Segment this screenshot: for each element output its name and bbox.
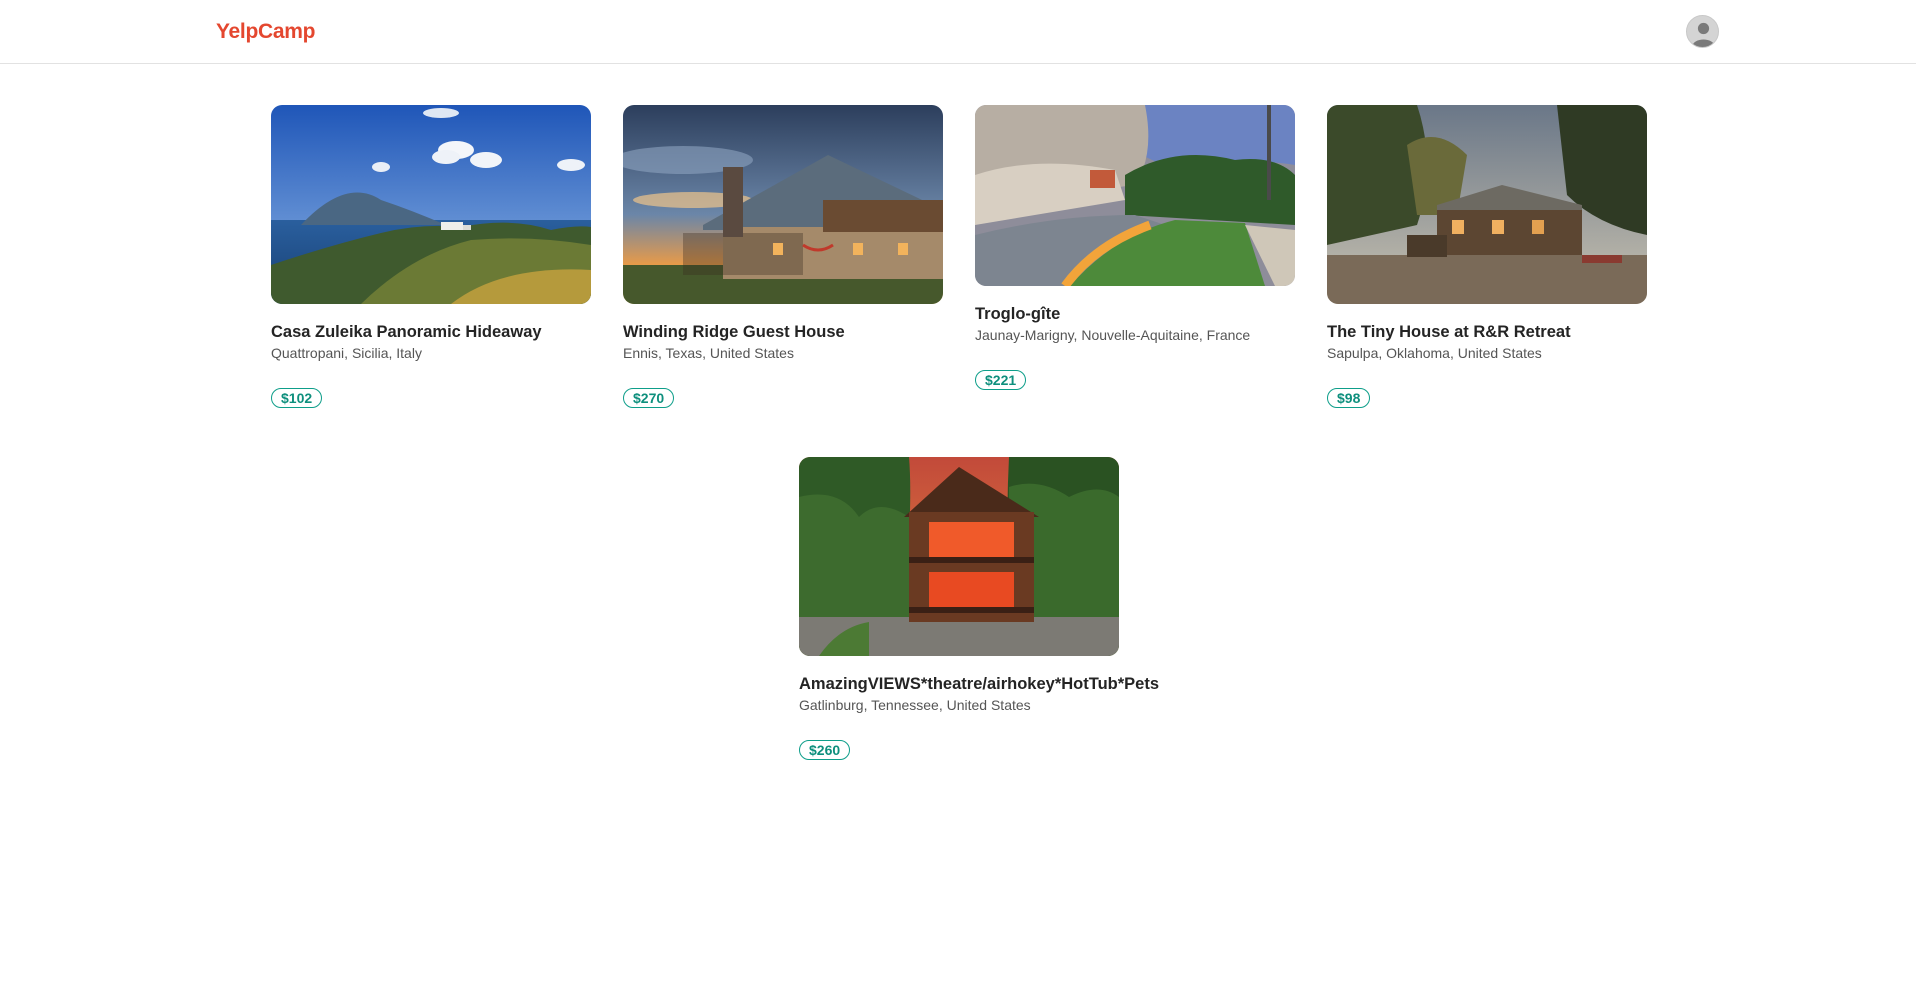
listing-photo[interactable] bbox=[975, 105, 1295, 286]
price-badge: $270 bbox=[623, 388, 675, 408]
listing-card[interactable]: Winding Ridge Guest House Ennis, Texas, … bbox=[623, 105, 943, 408]
listing-photo[interactable] bbox=[799, 457, 1119, 656]
listing-photo[interactable] bbox=[623, 105, 943, 304]
listing-location: Jaunay-Marigny, Nouvelle-Aquitaine, Fran… bbox=[975, 327, 1251, 343]
listing-title[interactable]: Troglo-gîte bbox=[975, 304, 1295, 324]
listing-title[interactable]: AmazingVIEWS*theatre/airhokey*HotTub*Pet… bbox=[799, 674, 1159, 694]
top-navbar: YelpCamp bbox=[0, 0, 1916, 64]
price-badge: $260 bbox=[799, 740, 851, 760]
listing-title[interactable]: The Tiny House at R&R Retreat bbox=[1327, 322, 1647, 342]
listing-card[interactable]: Troglo-gîte Jaunay-Marigny, Nouvelle-Aqu… bbox=[975, 105, 1295, 390]
brand-logo[interactable]: YelpCamp bbox=[216, 20, 315, 44]
listing-location: Ennis, Texas, United States bbox=[623, 345, 794, 361]
listing-title[interactable]: Winding Ridge Guest House bbox=[623, 322, 943, 342]
user-avatar-icon[interactable] bbox=[1686, 15, 1719, 48]
price-badge: $221 bbox=[975, 370, 1027, 390]
listing-location: Gatlinburg, Tennessee, United States bbox=[799, 697, 1031, 713]
listing-photo[interactable] bbox=[1327, 105, 1647, 304]
listing-photo[interactable] bbox=[271, 105, 591, 304]
listing-location: Sapulpa, Oklahoma, United States bbox=[1327, 345, 1542, 361]
listing-card[interactable]: Casa Zuleika Panoramic Hideaway Quattrop… bbox=[271, 105, 591, 408]
listing-location: Quattropani, Sicilia, Italy bbox=[271, 345, 422, 361]
listing-card[interactable]: AmazingVIEWS*theatre/airhokey*HotTub*Pet… bbox=[799, 457, 1159, 760]
listing-card[interactable]: The Tiny House at R&R Retreat Sapulpa, O… bbox=[1327, 105, 1647, 408]
price-badge: $98 bbox=[1327, 388, 1371, 408]
price-badge: $102 bbox=[271, 388, 323, 408]
listing-title[interactable]: Casa Zuleika Panoramic Hideaway bbox=[271, 322, 591, 342]
